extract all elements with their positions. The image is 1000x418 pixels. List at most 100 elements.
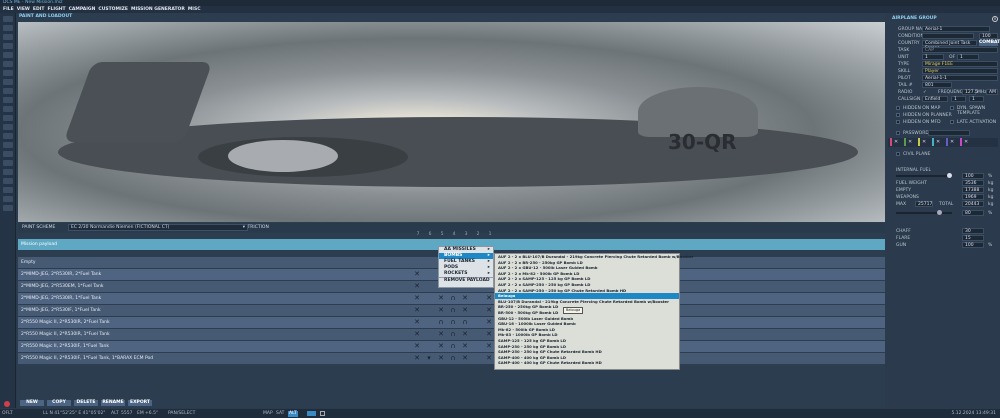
menu-flight[interactable]: FLIGHT — [47, 7, 65, 12]
payload-row[interactable]: 2*R550 Magic II, 2*R530IR, 2*Fuel Tank ✕ ∩… — [18, 317, 885, 328]
skill-select[interactable]: Player — [922, 68, 998, 74]
tool-icon[interactable] — [2, 34, 13, 40]
tool-icon[interactable] — [2, 187, 13, 193]
slider-thumb[interactable] — [936, 210, 942, 215]
payload-row[interactable]: 2*MIMD-JEG, 2*R530IR, 1*Fuel Tank ✕ ✕ ∩ ✕ ✕ — [18, 293, 885, 304]
bomb-menu-item[interactable]: AUF 2 - 2 x BLU-107/B Durandal - 219kg C… — [495, 254, 693, 260]
pylon-weapon-icon[interactable]: ∩ — [447, 293, 459, 304]
group-tab[interactable]: ✕ — [950, 139, 957, 145]
group-tab[interactable]: ✕ — [922, 139, 929, 145]
pylon-weapon-icon[interactable]: ∩ — [447, 317, 459, 328]
tool-icon[interactable] — [2, 142, 13, 148]
frequency-input[interactable]: 127.5 — [962, 89, 978, 95]
pylon-weapon-icon[interactable]: ✕ — [435, 329, 447, 340]
tool-icon[interactable] — [2, 16, 13, 22]
internal-fuel-slider[interactable] — [896, 173, 952, 178]
slider-thumb[interactable] — [947, 173, 952, 178]
group-tab[interactable]: ✕ — [908, 139, 915, 145]
context-menu-item[interactable]: REMOVE PAYLOAD — [439, 277, 493, 283]
tool-icon[interactable] — [2, 115, 13, 121]
tool-icon[interactable] — [2, 151, 13, 157]
tool-icon[interactable] — [2, 70, 13, 76]
pylon-weapon-icon[interactable]: ▾ — [423, 353, 435, 364]
of-input[interactable]: 1 — [957, 54, 979, 60]
country-select[interactable]: Combined Joint Task Forces — [922, 40, 977, 51]
modulation-select[interactable]: AM — [986, 89, 998, 95]
pylon-weapon-icon[interactable]: ✕ — [411, 341, 423, 352]
pylon-weapon-icon[interactable]: ✕ — [411, 317, 423, 328]
copy-button[interactable]: COPY — [47, 400, 71, 406]
unit-input[interactable]: 1 — [922, 54, 944, 60]
group-name-input[interactable]: Aerial-1 — [922, 26, 990, 32]
pylon-weapon-icon[interactable]: ∩ — [435, 317, 447, 328]
view-3d-icon[interactable] — [320, 411, 325, 416]
pylon-weapon-icon[interactable]: ✕ — [459, 353, 471, 364]
export-button[interactable]: EXPORT — [128, 400, 152, 406]
pylon-weapon-icon[interactable]: ✕ — [435, 305, 447, 316]
pylon-weapon-icon[interactable]: ✕ — [459, 341, 471, 352]
view-2d-icon[interactable] — [307, 411, 316, 416]
ballast-slider[interactable] — [896, 210, 952, 215]
ballast-input[interactable]: 80 — [962, 210, 984, 216]
password-input[interactable] — [928, 130, 970, 136]
menu-file[interactable]: FILE — [3, 7, 14, 12]
pylon-weapon-icon[interactable]: ✕ — [411, 305, 423, 316]
group-tab[interactable]: ✕ — [894, 139, 901, 145]
hidden-on-mfd-checkbox[interactable] — [896, 120, 900, 124]
tool-icon[interactable] — [2, 160, 13, 166]
group-tab[interactable]: ✕ — [936, 139, 943, 145]
gun-input[interactable]: 100 — [962, 242, 984, 248]
hidden-on-map-checkbox[interactable] — [896, 106, 900, 110]
flare-input[interactable]: 15 — [962, 235, 984, 241]
civil-plane-checkbox[interactable] — [896, 152, 900, 156]
condition-input[interactable]: 100 — [979, 33, 998, 39]
stop-icon[interactable] — [4, 401, 10, 407]
menu-customize[interactable]: CUSTOMIZE — [98, 7, 128, 12]
aircraft-preview[interactable]: 30-QR — [18, 22, 885, 222]
tool-icon[interactable] — [2, 124, 13, 130]
rename-button[interactable]: RENAME — [101, 400, 125, 406]
menu-misc[interactable]: MISC — [188, 7, 201, 12]
type-select[interactable]: Mirage F1EE — [922, 61, 998, 67]
group-tab[interactable]: ✕ — [964, 139, 971, 145]
menu-campaign[interactable]: CAMPAIGN — [69, 7, 96, 12]
callsign-number-2[interactable]: 1 — [969, 96, 984, 102]
sat-button[interactable]: SAT — [276, 409, 284, 418]
pylon-weapon-icon[interactable]: ∩ — [447, 329, 459, 340]
payload-row[interactable]: 2*R550 Magic II, 2*R530IF, 1*Fuel Tank ✕ ✕… — [18, 341, 885, 352]
tool-icon[interactable] — [2, 43, 13, 49]
pylon-weapon-icon[interactable]: ✕ — [411, 293, 423, 304]
paint-scheme-select[interactable]: EC 2/30 Normandie Niemen (FICTIONAL CT) ▾ — [68, 224, 248, 231]
pilot-input[interactable]: Aerial-1-1 — [922, 75, 998, 81]
callsign-select[interactable]: Enfield — [922, 96, 948, 102]
tool-icon[interactable] — [2, 196, 13, 202]
condition-slider[interactable] — [922, 33, 974, 39]
tool-icon[interactable] — [2, 25, 13, 31]
pylon-weapon-icon[interactable]: ∩ — [447, 305, 459, 316]
pylon-weapon-icon[interactable]: ∩ — [447, 341, 459, 352]
tail-input[interactable]: 801 — [922, 82, 952, 88]
tool-icon[interactable] — [2, 88, 13, 94]
pylon-weapon-icon[interactable]: ✕ — [459, 305, 471, 316]
combat-button[interactable]: COMBAT — [979, 40, 1000, 46]
pylon-weapon-icon[interactable]: ∩ — [447, 353, 459, 364]
new-button[interactable]: NEW — [20, 400, 44, 406]
chaff-input[interactable]: 30 — [962, 228, 984, 234]
internal-fuel-input[interactable]: 100 — [962, 173, 984, 179]
pylon-weapon-icon[interactable]: ✕ — [459, 293, 471, 304]
payload-row[interactable]: 2*R550 Magic II, 2*R530IR, 1*Fuel Tank ✕ ✕… — [18, 329, 885, 340]
pylon-weapon-icon[interactable]: ✕ — [411, 281, 423, 292]
dyn-spawn-checkbox[interactable] — [950, 106, 954, 110]
menu-edit[interactable]: EDIT — [33, 7, 45, 12]
bomb-menu-item[interactable]: SAMP-400 - 400 kg GP Chute Retarded Bomb… — [495, 360, 679, 366]
menu-mission-generator[interactable]: MISSION GENERATOR — [131, 7, 185, 12]
tool-icon[interactable] — [2, 133, 13, 139]
pylon-weapon-icon[interactable]: ✕ — [459, 329, 471, 340]
payload-row[interactable]: 2*MIMD-JEG, 2*R530IF, 1*Fuel Tank ✕ ✕ ∩ ✕ ✕ — [18, 305, 885, 316]
callsign-number-1[interactable]: 1 — [951, 96, 966, 102]
tool-icon[interactable] — [2, 106, 13, 112]
pylon-weapon-icon[interactable]: ✕ — [435, 341, 447, 352]
alt-map-button[interactable]: ALT — [288, 410, 298, 417]
close-icon[interactable]: × — [992, 16, 998, 22]
pylon-weapon-icon[interactable]: ✕ — [435, 293, 447, 304]
